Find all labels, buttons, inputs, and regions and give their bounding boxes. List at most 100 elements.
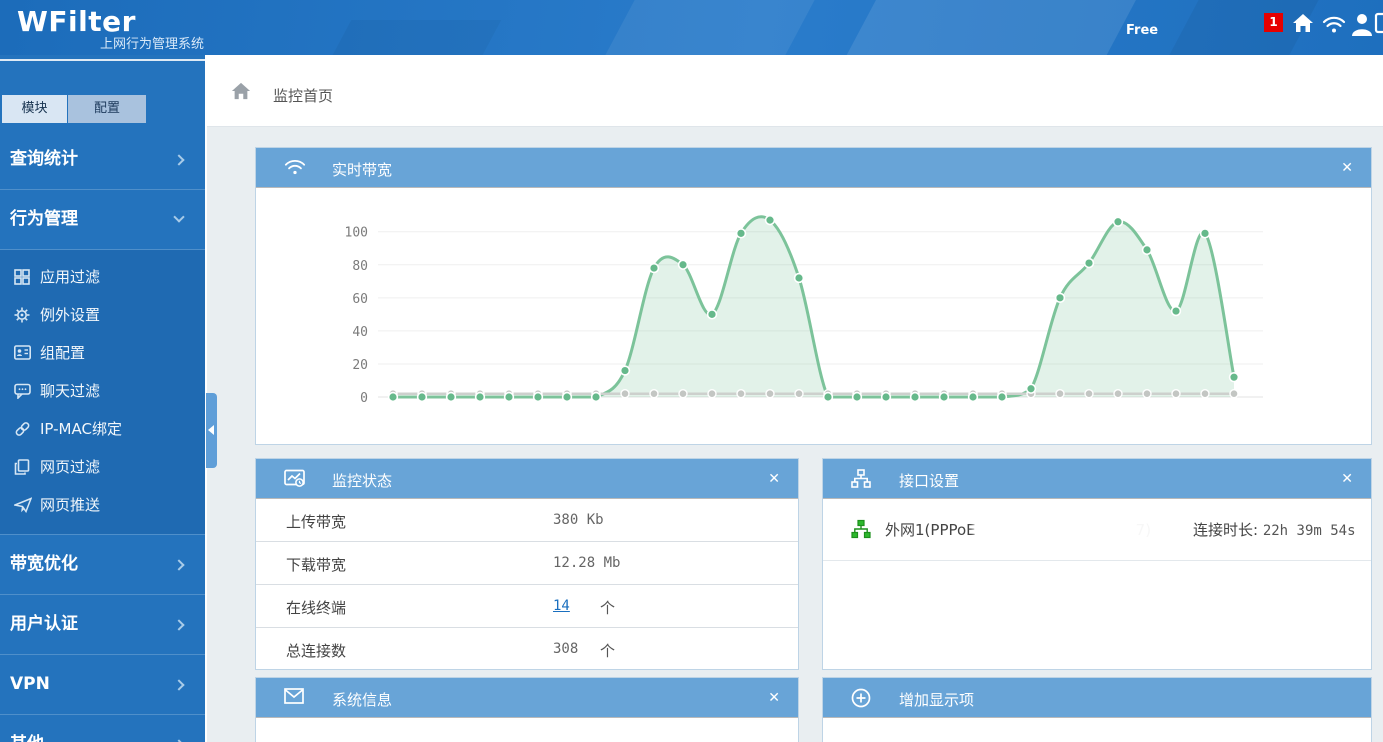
panel-title: 接口设置 xyxy=(899,472,960,490)
submenu-item-group-config[interactable]: 组配置 xyxy=(0,334,205,372)
gear-icon xyxy=(14,307,30,323)
panel-monitor-status: 监控状态 ✕ 上传带宽 380 Kb 下载带宽 12.28 Mb 在线终端 14… xyxy=(255,458,799,670)
chevron-right-icon xyxy=(173,154,185,166)
submenu-item-label: 网页过滤 xyxy=(40,458,101,476)
send-icon xyxy=(14,497,32,513)
row-label: 上传带宽 xyxy=(286,513,347,531)
chevron-right-icon xyxy=(173,619,185,631)
behavior-submenu: 应用过滤 例外设置 组配置 聊天过滤 IP-MAC绑定 网页过滤 网页推送 xyxy=(0,250,205,535)
mail-icon xyxy=(284,688,304,708)
submenu-item-chat-filter[interactable]: 聊天过滤 xyxy=(0,372,205,410)
wifi-icon xyxy=(284,158,306,180)
interface-row-wan1: 外网1(PPPoE7) 连接时长: 22h 39m 54s xyxy=(823,499,1371,561)
interface-rows: 外网1(PPPoE7) 连接时长: 22h 39m 54s xyxy=(823,499,1371,669)
menu-item-label: 用户认证 xyxy=(10,614,78,634)
row-label: 总连接数 xyxy=(286,642,347,660)
row-value: 380 Kb xyxy=(553,512,604,528)
panel-title: 监控状态 xyxy=(332,472,393,490)
status-rows: 上传带宽 380 Kb 下载带宽 12.28 Mb 在线终端 14 个 总连接数… xyxy=(256,499,798,669)
svg-text:40: 40 xyxy=(352,325,368,340)
menu-item-other[interactable]: 其他 xyxy=(0,715,205,742)
row-unit: 个 xyxy=(600,642,616,660)
app-subtitle: 上网行为管理系统 xyxy=(100,37,205,52)
chat-icon xyxy=(14,383,31,399)
menu-item-label: 带宽优化 xyxy=(10,554,78,574)
submenu-item-label: 网页推送 xyxy=(40,496,101,514)
menu-item-label: 其他 xyxy=(10,734,44,742)
sidebar: 模块 配置 查询统计 行为管理 应用过滤 例外设置 组配置 聊天过滤 IP-MA… xyxy=(0,55,205,742)
header-decoration xyxy=(308,20,502,55)
row-value: 308 xyxy=(553,641,579,657)
submenu-item-label: IP-MAC绑定 xyxy=(40,420,122,438)
panel-realtime-bandwidth: 实时带宽 ✕ 0 20 40 60 80 100 xyxy=(255,147,1372,445)
duration-value: 22h 39m 54s xyxy=(1262,523,1356,539)
main-content: 监控首页 实时带宽 ✕ 0 20 40 60 80 100 监控状态 ✕ 上传带… xyxy=(205,55,1383,742)
close-icon[interactable]: ✕ xyxy=(1341,469,1353,489)
status-row-online-terminals: 在线终端 14 个 xyxy=(256,585,798,628)
chevron-right-icon xyxy=(173,559,185,571)
idcard-icon xyxy=(14,345,31,360)
redacted-overlay xyxy=(973,513,1163,543)
panel-header: 系统信息 ✕ xyxy=(256,678,798,718)
submenu-item-exceptions[interactable]: 例外设置 xyxy=(0,296,205,334)
plus-circle-icon xyxy=(851,688,871,712)
home-icon[interactable] xyxy=(1292,12,1314,38)
menu-item-behavior-mgmt[interactable]: 行为管理 xyxy=(0,190,205,250)
bandwidth-chart: 0 20 40 60 80 100 xyxy=(345,214,1263,406)
submenu-item-web-filter[interactable]: 网页过滤 xyxy=(0,448,205,486)
sysinfo-body xyxy=(256,718,798,742)
bandwidth-chart-area: 0 20 40 60 80 100 xyxy=(256,188,1371,444)
logout-icon[interactable] xyxy=(1374,12,1383,38)
sidebar-collapse-handle[interactable] xyxy=(206,393,217,468)
svg-text:0: 0 xyxy=(360,391,368,406)
submenu-item-ip-mac-binding[interactable]: IP-MAC绑定 xyxy=(0,410,205,448)
chevron-left-icon xyxy=(208,425,214,435)
interface-name-prefix: 外网1(PPPoE xyxy=(885,521,976,539)
panel-system-info: 系统信息 ✕ xyxy=(255,677,799,742)
tab-config[interactable]: 配置 xyxy=(68,95,146,123)
menu-item-label: 行为管理 xyxy=(10,209,78,229)
wifi-icon[interactable] xyxy=(1322,15,1346,38)
user-icon[interactable] xyxy=(1351,12,1373,40)
row-value: 12.28 Mb xyxy=(553,555,621,571)
close-icon[interactable]: ✕ xyxy=(768,469,780,489)
submenu-item-web-push[interactable]: 网页推送 xyxy=(0,486,205,524)
license-badge: Free xyxy=(1126,23,1159,38)
wfilter-dashboard: { "header": { "logo": "WFilter", "subtit… xyxy=(0,0,1383,742)
menu-item-vpn[interactable]: VPN xyxy=(0,655,205,715)
panel-add-display-item: 增加显示项 xyxy=(822,677,1372,742)
panel-interface-settings: 接口设置 ✕ 外网1(PPPoE7) 连接时长: 22h 39m 54s xyxy=(822,458,1372,670)
network-tree-icon xyxy=(851,519,871,543)
menu-item-bandwidth-opt[interactable]: 带宽优化 xyxy=(0,535,205,595)
panel-title: 实时带宽 xyxy=(332,161,393,179)
online-terminals-link[interactable]: 14 xyxy=(553,598,570,614)
header-decoration xyxy=(594,0,826,55)
status-row-download: 下载带宽 12.28 Mb xyxy=(256,542,798,585)
status-row-upload: 上传带宽 380 Kb xyxy=(256,499,798,542)
panel-header: 实时带宽 ✕ xyxy=(256,148,1371,188)
chevron-right-icon xyxy=(173,679,185,691)
pages-icon xyxy=(14,459,30,475)
menu-item-label: VPN xyxy=(10,674,50,694)
submenu-item-label: 例外设置 xyxy=(40,306,101,324)
close-icon[interactable]: ✕ xyxy=(768,688,780,708)
duration-label: 连接时长: xyxy=(1193,521,1263,539)
row-label: 在线终端 xyxy=(286,599,347,617)
page-title: 监控首页 xyxy=(273,87,334,105)
header-decoration xyxy=(828,0,1152,55)
notification-badge[interactable]: 1 xyxy=(1264,13,1283,32)
sidebar-divider xyxy=(0,59,205,61)
monitor-chart-icon xyxy=(284,469,305,492)
panel-title: 增加显示项 xyxy=(899,691,975,709)
home-icon[interactable] xyxy=(231,81,251,105)
status-row-total-connections: 总连接数 308 个 xyxy=(256,628,798,671)
row-label: 下载带宽 xyxy=(286,556,347,574)
chevron-down-icon xyxy=(173,211,185,223)
tab-modules[interactable]: 模块 xyxy=(2,95,67,123)
menu-item-query-stats[interactable]: 查询统计 xyxy=(0,130,205,190)
close-icon[interactable]: ✕ xyxy=(1341,158,1353,178)
panel-header: 增加显示项 xyxy=(823,678,1371,718)
submenu-item-app-filter[interactable]: 应用过滤 xyxy=(0,258,205,296)
menu-item-user-auth[interactable]: 用户认证 xyxy=(0,595,205,655)
breadcrumb: 监控首页 xyxy=(207,55,1383,127)
